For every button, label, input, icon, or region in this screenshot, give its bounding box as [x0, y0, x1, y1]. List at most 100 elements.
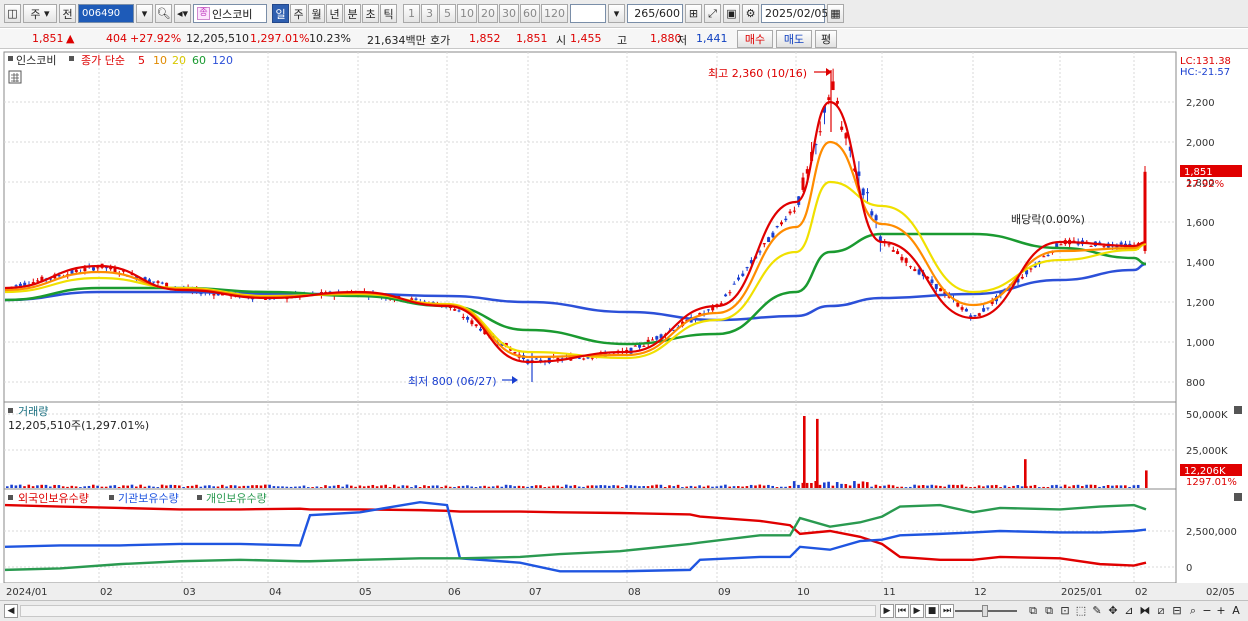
- play-icon[interactable]: ▶: [910, 604, 924, 618]
- tab-period-1[interactable]: 주: [290, 4, 307, 23]
- stock-name-field[interactable]: 종 인스코비: [193, 4, 267, 23]
- zoom-out-icon[interactable]: −: [1200, 604, 1214, 618]
- gear-icon[interactable]: ⚙: [742, 4, 759, 23]
- tab-period-5[interactable]: 초: [362, 4, 379, 23]
- scroll-right-icon[interactable]: ▶: [880, 604, 894, 618]
- quote-bar: 1,851 ▲ 404 +27.92% 12,205,510 1,297.01%…: [0, 29, 1248, 49]
- interval-button-120[interactable]: 120: [541, 4, 568, 23]
- tab-period-2[interactable]: 월: [308, 4, 325, 23]
- font-icon[interactable]: A: [1229, 604, 1243, 618]
- volume-bar: [466, 485, 469, 488]
- count-field[interactable]: 265/600: [627, 4, 683, 23]
- code-dropdown-icon[interactable]: ▾: [136, 4, 153, 23]
- volume-bar: [633, 485, 637, 488]
- prev-button[interactable]: 전: [59, 4, 76, 23]
- candle-body: [156, 281, 160, 283]
- volume-bar: [491, 486, 495, 488]
- buy-button[interactable]: 매수: [737, 30, 773, 48]
- period-type-select[interactable]: 주 ▾: [23, 4, 57, 23]
- pencil-icon[interactable]: ✎: [1090, 604, 1104, 618]
- volume-bar: [586, 485, 590, 488]
- save-icon[interactable]: ▣: [723, 4, 740, 23]
- sound-icon[interactable]: ◂▾: [174, 4, 191, 23]
- settings-small-icon[interactable]: ⊟: [1170, 604, 1184, 618]
- eval-button[interactable]: 평: [815, 30, 837, 48]
- volume-bar: [380, 485, 383, 488]
- volume-bar: [913, 484, 916, 488]
- volume-bar: [440, 486, 443, 488]
- volume-bar: [973, 486, 977, 488]
- interval-button-60[interactable]: 60: [520, 4, 540, 23]
- volume-title: 거래량: [18, 405, 48, 418]
- move-icon[interactable]: ✥: [1106, 604, 1120, 618]
- ruler-icon[interactable]: ⊿: [1122, 604, 1136, 618]
- volume-bar: [238, 486, 241, 488]
- volume-bar: [165, 485, 168, 488]
- volume-bar: [311, 487, 314, 488]
- tab-period-0[interactable]: 일: [272, 4, 289, 23]
- volume-bar: [625, 484, 628, 488]
- stop-icon[interactable]: ■: [925, 604, 939, 618]
- candle-body: [655, 336, 659, 340]
- volume-bar: [496, 485, 499, 488]
- tab-period-4[interactable]: 분: [344, 4, 361, 23]
- horizontal-scrollbar[interactable]: [20, 605, 876, 617]
- split-icon[interactable]: ⊡: [1058, 604, 1072, 618]
- interval-button-20[interactable]: 20: [478, 4, 498, 23]
- volume-bar: [87, 485, 91, 488]
- volume-bar: [573, 485, 577, 488]
- scale-icon[interactable]: ⧄: [1154, 604, 1168, 618]
- volume-bar: [405, 485, 409, 488]
- candle-body: [767, 237, 771, 242]
- forward-icon[interactable]: ⏭: [940, 604, 954, 618]
- volume-bar: [190, 485, 194, 488]
- interval-button-10[interactable]: 10: [457, 4, 477, 23]
- volume-panel-frame: [3, 401, 1177, 490]
- layout-icon[interactable]: ◫: [4, 4, 21, 23]
- zoom-icon[interactable]: ⌕: [1186, 604, 1200, 618]
- holders-tick-label: 2,500,000: [1186, 527, 1237, 538]
- fib-icon[interactable]: ⧓: [1138, 604, 1152, 618]
- interval-button-1[interactable]: 1: [403, 4, 420, 23]
- holders-close-icon[interactable]: [1234, 493, 1242, 501]
- x-tick-label: 04: [269, 587, 282, 598]
- chart-canvas[interactable]: 8001,0001,2001,4001,6001,8002,0002,20020…: [0, 50, 1248, 600]
- volume-bar: [70, 485, 74, 488]
- interval-button-5[interactable]: 5: [439, 4, 456, 23]
- rewind-icon[interactable]: ⏮: [895, 604, 909, 618]
- chart-type-icon[interactable]: ⧉: [1026, 604, 1040, 618]
- interval-custom-input[interactable]: [570, 4, 606, 23]
- volume-bar: [719, 485, 723, 488]
- interval-dropdown-icon[interactable]: ▾: [608, 4, 625, 23]
- tab-period-3[interactable]: 년: [326, 4, 343, 23]
- tab-period-6[interactable]: 틱: [380, 4, 397, 23]
- volume-close-icon[interactable]: [1234, 406, 1242, 414]
- candle-body: [1089, 245, 1093, 247]
- candle-body: [960, 307, 964, 310]
- calendar-icon[interactable]: ▦: [827, 4, 844, 23]
- volume-bar: [371, 484, 375, 488]
- zoom-in-icon[interactable]: +: [1214, 604, 1228, 618]
- volume-bar: [784, 486, 787, 488]
- volume-bar: [702, 486, 706, 488]
- search-icon[interactable]: 🔍︎: [155, 4, 172, 23]
- draw-tool-icon[interactable]: ⤢: [704, 4, 721, 23]
- holders-panel-frame: [3, 488, 1177, 584]
- stock-code-input[interactable]: 006490: [78, 4, 134, 23]
- volume-bar: [582, 486, 585, 488]
- date-field[interactable]: 2025/02/05: [761, 4, 828, 23]
- interval-button-3[interactable]: 3: [421, 4, 438, 23]
- price-tick-label: 1,000: [1186, 338, 1215, 349]
- x-tick-label: 07: [529, 587, 542, 598]
- x-tick-label: 10: [797, 587, 810, 598]
- scroll-left-icon[interactable]: ◀: [4, 604, 18, 618]
- volume-bar: [517, 485, 521, 488]
- tool-icon[interactable]: ⬚: [1074, 604, 1088, 618]
- candle-settings-icon[interactable]: ⊞: [685, 4, 702, 23]
- volume-bar: [18, 484, 22, 488]
- copy-icon[interactable]: ⧉: [1042, 604, 1056, 618]
- zoom-slider-thumb[interactable]: [982, 605, 988, 617]
- sell-button[interactable]: 매도: [776, 30, 812, 48]
- volume-bar: [221, 484, 224, 488]
- interval-button-30[interactable]: 30: [499, 4, 519, 23]
